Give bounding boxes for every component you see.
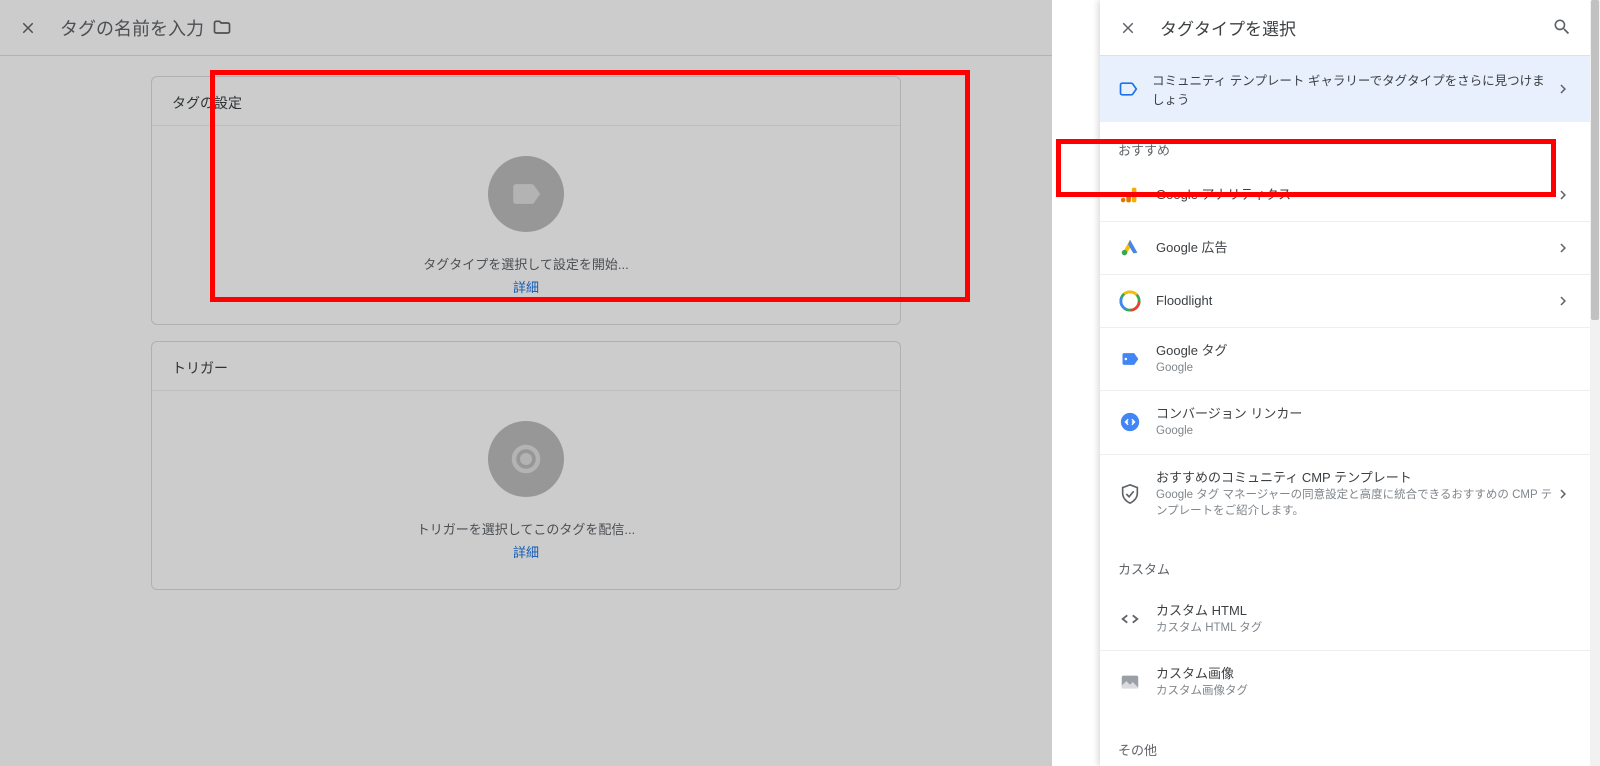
tag-row-title: Google 広告 <box>1156 239 1554 257</box>
folder-icon[interactable] <box>212 18 232 38</box>
tag-row-text: コンバージョン リンカーGoogle <box>1156 405 1572 439</box>
search-button[interactable] <box>1552 17 1574 39</box>
trigger-header: トリガー <box>152 342 900 390</box>
tag-row-title: カスタム HTML <box>1156 602 1572 620</box>
selector-header: タグタイプを選択 <box>1100 0 1590 56</box>
tag-config-detail-link[interactable]: 詳細 <box>513 277 539 296</box>
linker-icon <box>1118 410 1142 434</box>
tag-row-subtitle: Google <box>1156 423 1572 439</box>
tag-row-subtitle: Google <box>1156 360 1572 376</box>
gads-icon <box>1118 236 1142 260</box>
tag-row-title: Google タグ <box>1156 342 1572 360</box>
trigger-icon <box>488 421 564 497</box>
scrollbar-track[interactable] <box>1590 0 1600 766</box>
selector-title: タグタイプを選択 <box>1160 15 1552 40</box>
recommended-list: Google アナリティクス Google 広告 Floodlight Google … <box>1100 169 1590 533</box>
section-other: その他 <box>1100 722 1590 766</box>
close-editor-button[interactable] <box>16 16 40 40</box>
close-icon <box>19 19 37 37</box>
tag-type-row[interactable]: Floodlight <box>1100 275 1590 328</box>
close-icon <box>1119 19 1137 37</box>
image-icon <box>1118 670 1142 694</box>
tag-row-text: おすすめのコミュニティ CMP テンプレートGoogle タグ マネージャーの同… <box>1156 469 1554 519</box>
tag-type-row[interactable]: カスタム HTMLカスタム HTML タグ <box>1100 588 1590 651</box>
editor-content: タグの設定 タグタイプを選択して設定を開始... 詳細 トリガー トリガーを選択… <box>0 56 1052 626</box>
code-icon <box>1118 607 1142 631</box>
tag-row-subtitle: Google タグ マネージャーの同意設定と高度に統合できるおすすめの CMP … <box>1156 487 1554 519</box>
tag-row-title: Google アナリティクス <box>1156 186 1554 204</box>
tag-row-subtitle: カスタム HTML タグ <box>1156 620 1572 636</box>
chevron-right-icon <box>1554 292 1572 310</box>
tag-type-row[interactable]: Google タグGoogle <box>1100 328 1590 391</box>
tag-row-title: おすすめのコミュニティ CMP テンプレート <box>1156 469 1554 487</box>
floodlight-icon <box>1118 289 1142 313</box>
tag-type-selector-panel: タグタイプを選択 コミュニティ テンプレート ギャラリーでタグタイプをさらに見つ… <box>1100 0 1590 766</box>
tag-outline-icon <box>1118 79 1138 99</box>
tag-type-row[interactable]: コンバージョン リンカーGoogle <box>1100 391 1590 454</box>
tag-type-row[interactable]: カスタム画像カスタム画像タグ <box>1100 651 1590 713</box>
chevron-right-icon <box>1554 239 1572 257</box>
tag-row-text: Google アナリティクス <box>1156 186 1554 204</box>
trigger-placeholder: トリガーを選択してこのタグを配信... <box>417 519 635 538</box>
tag-editor-panel: タグの名前を入力 タグの設定 タグタイプを選択して設定を開始... 詳細 トリガ… <box>0 0 1052 766</box>
shield-icon <box>1118 482 1142 506</box>
tag-type-icon <box>488 156 564 232</box>
gtag-icon <box>1118 347 1142 371</box>
tag-row-text: Google 広告 <box>1156 239 1554 257</box>
editor-header: タグの名前を入力 <box>0 0 1052 56</box>
tag-row-title: Floodlight <box>1156 292 1554 310</box>
tag-row-title: カスタム画像 <box>1156 665 1572 683</box>
tag-type-row[interactable]: おすすめのコミュニティ CMP テンプレートGoogle タグ マネージャーの同… <box>1100 455 1590 533</box>
community-gallery-banner[interactable]: コミュニティ テンプレート ギャラリーでタグタイプをさらに見つけましょう <box>1100 56 1590 122</box>
tag-config-header: タグの設定 <box>152 77 900 125</box>
close-selector-button[interactable] <box>1116 16 1140 40</box>
tag-type-row[interactable]: Google アナリティクス <box>1100 169 1590 222</box>
section-custom: カスタム <box>1100 541 1590 588</box>
community-banner-text: コミュニティ テンプレート ギャラリーでタグタイプをさらに見つけましょう <box>1152 70 1554 108</box>
section-recommended: おすすめ <box>1100 122 1590 169</box>
tag-config-body[interactable]: タグタイプを選択して設定を開始... 詳細 <box>152 125 900 324</box>
tag-row-text: Floodlight <box>1156 292 1554 310</box>
chevron-right-icon <box>1554 485 1572 503</box>
tag-row-text: カスタム HTMLカスタム HTML タグ <box>1156 602 1572 636</box>
chevron-right-icon <box>1554 186 1572 204</box>
tag-row-subtitle: カスタム画像タグ <box>1156 683 1572 699</box>
chevron-right-icon <box>1554 80 1572 98</box>
tag-config-placeholder: タグタイプを選択して設定を開始... <box>423 254 628 273</box>
scrollbar-thumb[interactable] <box>1591 0 1599 320</box>
search-icon <box>1552 17 1572 37</box>
tag-type-row[interactable]: Google 広告 <box>1100 222 1590 275</box>
tag-name-input[interactable]: タグの名前を入力 <box>60 15 204 41</box>
tag-row-text: カスタム画像カスタム画像タグ <box>1156 665 1572 699</box>
tag-row-title: コンバージョン リンカー <box>1156 405 1572 423</box>
tag-row-text: Google タグGoogle <box>1156 342 1572 376</box>
custom-list: カスタム HTMLカスタム HTML タグカスタム画像カスタム画像タグ <box>1100 588 1590 714</box>
tag-config-card[interactable]: タグの設定 タグタイプを選択して設定を開始... 詳細 <box>151 76 901 325</box>
trigger-detail-link[interactable]: 詳細 <box>513 542 539 561</box>
trigger-card[interactable]: トリガー トリガーを選択してこのタグを配信... 詳細 <box>151 341 901 590</box>
trigger-body[interactable]: トリガーを選択してこのタグを配信... 詳細 <box>152 390 900 589</box>
ga-icon <box>1118 183 1142 207</box>
